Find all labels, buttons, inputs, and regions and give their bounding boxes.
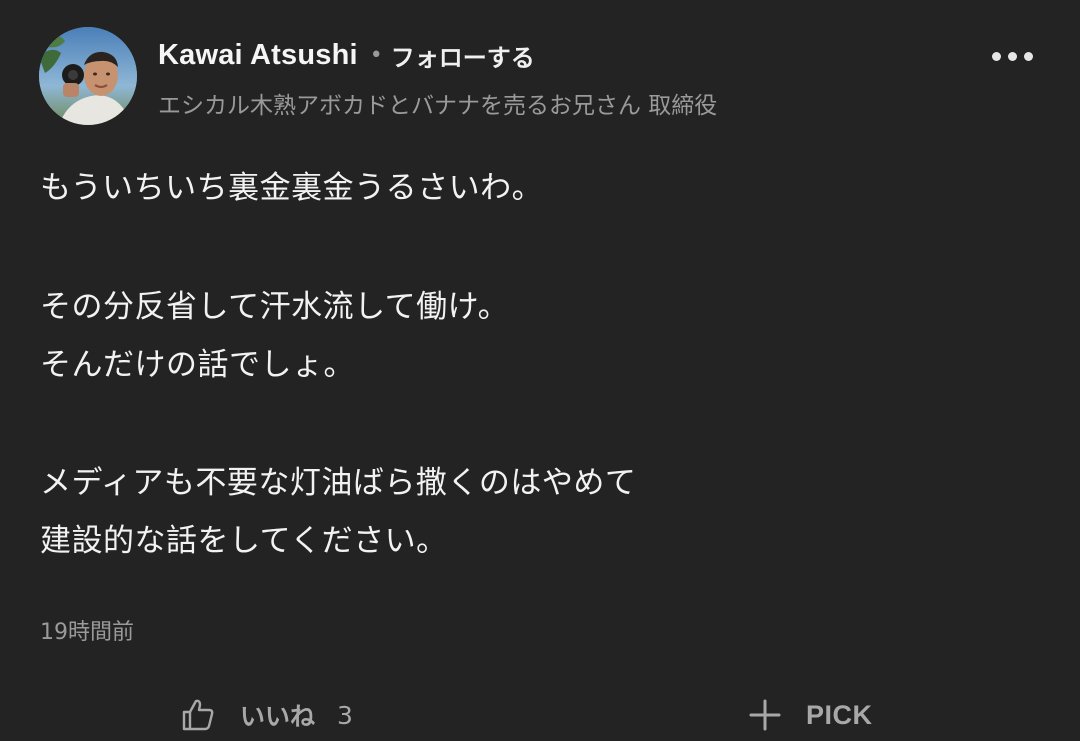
author-title: エシカル木熟アボカドとバナナを売るお兄さん 取締役: [158, 93, 718, 119]
avatar-photo-icon: [39, 27, 137, 125]
comment-body-line: メディアも不要な灯油ばら撒くのはやめて: [40, 465, 637, 501]
more-dots-icon: [1023, 51, 1033, 61]
pick-label: PICK: [806, 699, 873, 730]
author-avatar[interactable]: [39, 27, 137, 125]
like-button[interactable]: いいね 3: [180, 690, 353, 740]
comment-body-line: もういちいち裏金裏金うるさいわ。: [40, 170, 544, 206]
comment-card: Kawai Atsushi • フォローする エシカル木熟アボカドとバナナを売る…: [0, 0, 1080, 741]
more-dots-icon: [991, 51, 1001, 61]
follow-button[interactable]: フォローする: [391, 38, 535, 73]
comment-body-line: そんだけの話でしょ。: [40, 347, 355, 383]
separator-dot: •: [369, 42, 383, 68]
comment-body-line: 建設的な話をしてください。: [40, 523, 448, 559]
like-count: 3: [337, 700, 353, 730]
more-options-button[interactable]: [985, 40, 1039, 72]
pick-button[interactable]: PICK: [748, 690, 873, 740]
like-label: いいね: [240, 702, 316, 731]
comment-timestamp: 19時間前: [40, 620, 134, 645]
author-name-row: Kawai Atsushi • フォローする: [158, 34, 535, 76]
author-name[interactable]: Kawai Atsushi: [158, 39, 358, 72]
plus-icon: [749, 699, 781, 731]
comment-body-line: その分反省して汗水流して働け。: [40, 289, 510, 325]
more-dots-icon: [1007, 51, 1017, 61]
thumbs-up-icon: [182, 699, 214, 731]
